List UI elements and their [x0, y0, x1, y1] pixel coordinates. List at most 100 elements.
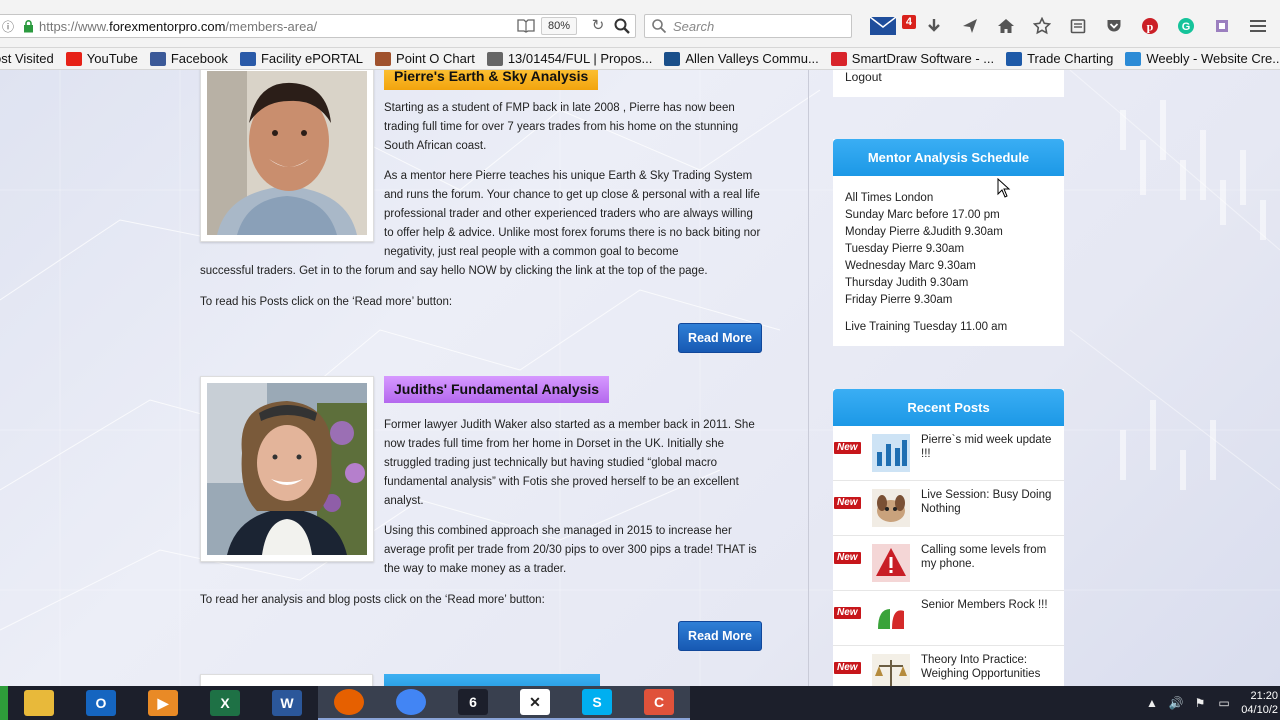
recent-post-thumbnail[interactable]: [872, 544, 910, 582]
file-explorer-icon: [24, 690, 54, 716]
search-bar[interactable]: Search: [644, 14, 852, 38]
menu-icon[interactable]: [1240, 12, 1276, 40]
recent-post-item[interactable]: New Pierre`s mid week update !!!: [833, 426, 1064, 481]
flag-icon[interactable]: ⚑: [1188, 696, 1212, 710]
recent-post-item[interactable]: New Senior Members Rock !!!: [833, 591, 1064, 646]
schedule-line: Monday Pierre &Judith 9.30am: [845, 226, 1003, 238]
zoom-level[interactable]: 80%: [541, 17, 578, 35]
windows-taskbar: O ▶ X W 6 ✕ S C ▲ 🔊 ⚑ ▭ 21:20 04/10/2: [0, 686, 1280, 720]
pinterest-icon[interactable]: p: [1132, 12, 1168, 40]
recent-posts-title: Recent Posts: [833, 389, 1064, 426]
word-icon: W: [272, 690, 302, 716]
pocket-icon[interactable]: [1096, 12, 1132, 40]
recent-post-thumbnail[interactable]: [872, 434, 910, 472]
bookmark-item[interactable]: Point O Chart: [375, 51, 475, 66]
bookmark-item[interactable]: Weebly - Website Cre...: [1125, 51, 1280, 66]
recent-post-title[interactable]: Pierre`s mid week update !!!: [921, 433, 1061, 461]
mail-count-badge: 4: [901, 15, 916, 29]
mail-notifier-button[interactable]: 4: [864, 12, 916, 40]
recent-post-item[interactable]: New Live Session: Busy Doing Nothing: [833, 481, 1064, 536]
taskbar-app-button[interactable]: X: [194, 686, 256, 720]
taskbar-app-button[interactable]: C: [628, 686, 690, 720]
taskbar-app-button[interactable]: O: [70, 686, 132, 720]
smartdraw-icon: [830, 51, 847, 66]
bookmark-label: Facility ePORTAL: [260, 51, 364, 66]
pointo-icon: [375, 51, 392, 66]
logout-link[interactable]: Logout: [845, 70, 882, 84]
judith-section-title: Judiths' Fundamental Analysis: [384, 376, 610, 403]
bookmark-item[interactable]: Facility ePORTAL: [239, 51, 364, 66]
skype-icon: S: [582, 689, 612, 715]
judith-photo: [200, 376, 374, 562]
extension-icon[interactable]: [1204, 12, 1240, 40]
taskbar-app-button[interactable]: ✕: [504, 686, 566, 720]
recent-posts-list: New Pierre`s mid week update !!! New Live S…: [833, 426, 1064, 686]
bookmark-item[interactable]: Facebook: [149, 51, 228, 66]
taskbar-app-button[interactable]: [8, 686, 70, 720]
site-info-icon[interactable]: ⓘ: [0, 17, 17, 35]
judith-read-more-button[interactable]: Read More: [678, 621, 762, 651]
member-menu-box: Logout: [833, 70, 1064, 97]
lock-icon[interactable]: [21, 19, 35, 33]
chrome-icon: [396, 689, 426, 715]
community-icon: [664, 51, 681, 66]
bookmarks-bar: ost Visited YouTube Facebook Facility ePORT…: [0, 48, 1280, 70]
bookmark-label: ost Visited: [0, 51, 54, 66]
tray-chevron-icon[interactable]: ▲: [1140, 696, 1164, 710]
bookmark-item[interactable]: Allen Valleys Commu...: [664, 51, 819, 66]
taskbar-app-button[interactable]: [380, 686, 442, 720]
pierre-photo: [200, 70, 374, 242]
judith-paragraph-1: Former lawyer Judith Waker also started …: [384, 419, 755, 507]
reload-icon[interactable]: ↻: [589, 17, 607, 35]
recent-post-title[interactable]: Senior Members Rock !!!: [921, 598, 1061, 612]
schedule-line: Thursday Judith 9.30am: [845, 277, 969, 289]
send-icon[interactable]: [952, 12, 988, 40]
recent-post-thumbnail[interactable]: [872, 489, 910, 527]
network-icon[interactable]: ▭: [1212, 696, 1236, 710]
recent-post-item[interactable]: New Theory Into Practice: Weighing Opport…: [833, 646, 1064, 686]
pierre-read-more-button[interactable]: Read More: [678, 323, 762, 353]
reading-list-icon[interactable]: [1060, 12, 1096, 40]
bookmark-item[interactable]: ost Visited: [0, 51, 54, 66]
clock[interactable]: 21:20 04/10/2: [1236, 689, 1280, 717]
start-button-edge[interactable]: [0, 686, 8, 720]
search-go-icon[interactable]: [613, 17, 631, 35]
taskbar-app-button[interactable]: S: [566, 686, 628, 720]
schedule-line: Tuesday Pierre 9.30am: [845, 243, 965, 255]
taskbar-app-button[interactable]: 6: [442, 686, 504, 720]
search-icon: [651, 18, 667, 34]
bookmark-label: 13/01454/FUL | Propos...: [507, 51, 653, 66]
url-bar[interactable]: ⓘ https://www.forexmentorpro.com/members…: [0, 14, 636, 38]
media-player-icon: ▶: [148, 690, 178, 716]
taskbar-app-button[interactable]: W: [256, 686, 318, 720]
download-icon[interactable]: [916, 12, 952, 40]
bookmark-item[interactable]: YouTube: [65, 51, 138, 66]
recent-post-item[interactable]: New Calling some levels from my phone.: [833, 536, 1064, 591]
recent-post-thumbnail[interactable]: [872, 599, 910, 637]
bookmark-item[interactable]: 13/01454/FUL | Propos...: [486, 51, 653, 66]
recent-post-title[interactable]: Live Session: Busy Doing Nothing: [921, 488, 1061, 516]
schedule-line: Wednesday Marc 9.30am: [845, 260, 976, 272]
bookmark-item[interactable]: SmartDraw Software - ...: [830, 51, 994, 66]
bookmark-label: Weebly - Website Cre...: [1146, 51, 1280, 66]
url-text[interactable]: https://www.forexmentorpro.com/members-a…: [39, 19, 317, 34]
grammarly-icon[interactable]: G: [1168, 12, 1204, 40]
mentor-schedule-list: All Times London Sunday Marc before 17.00…: [833, 176, 1064, 336]
taskbar-app-button[interactable]: ▶: [132, 686, 194, 720]
taskbar-app-button[interactable]: [318, 686, 380, 720]
search-input[interactable]: Search: [673, 19, 714, 34]
firefox-icon: [334, 689, 364, 715]
bookmark-label: Facebook: [170, 51, 228, 66]
mentor-schedule-widget: Mentor Analysis Schedule All Times Londo…: [833, 139, 1064, 346]
bookmark-star-icon[interactable]: [1024, 12, 1060, 40]
schedule-line: All Times London: [845, 192, 934, 204]
home-icon[interactable]: [988, 12, 1024, 40]
volume-icon[interactable]: 🔊: [1164, 696, 1188, 710]
recent-post-title[interactable]: Theory Into Practice: Weighing Opportuni…: [921, 653, 1061, 681]
system-tray: ▲ 🔊 ⚑ ▭ 21:20 04/10/2: [1140, 686, 1280, 720]
bookmark-item[interactable]: Trade Charting: [1006, 51, 1113, 66]
recent-post-thumbnail[interactable]: [872, 654, 910, 686]
recent-post-title[interactable]: Calling some levels from my phone.: [921, 543, 1061, 571]
reader-view-icon[interactable]: [517, 18, 535, 34]
browser-toolbar: ⓘ https://www.forexmentorpro.com/members…: [0, 0, 1280, 48]
